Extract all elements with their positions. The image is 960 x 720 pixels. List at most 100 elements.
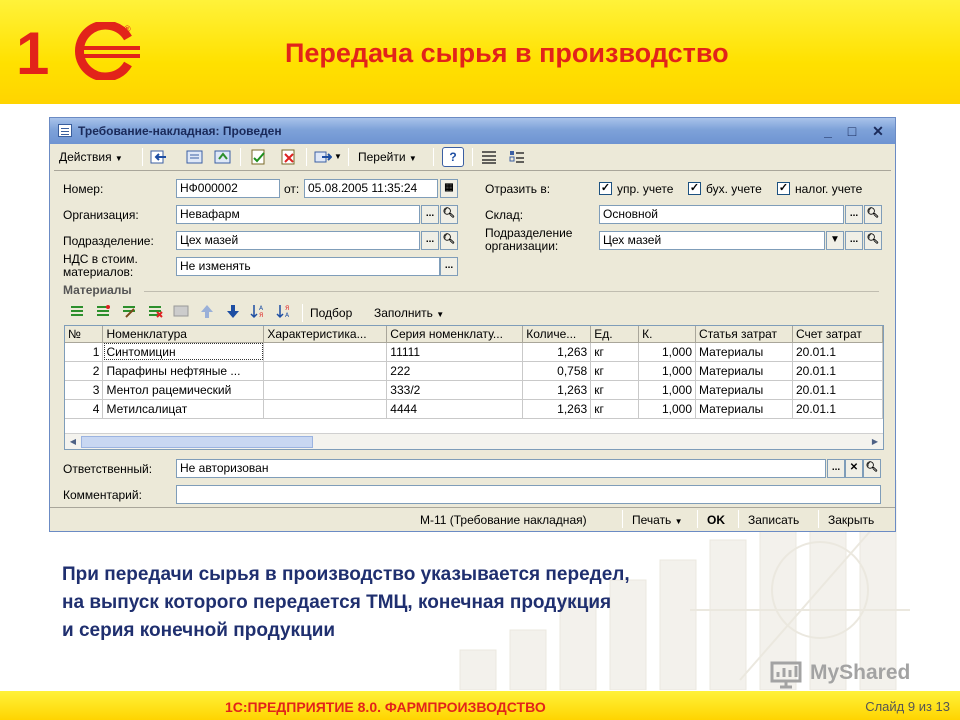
column-header[interactable]: К. <box>638 326 697 343</box>
move-up-icon[interactable] <box>198 303 216 319</box>
nomenclature-cell[interactable]: Метилсалицат <box>102 399 265 419</box>
unit-cell[interactable]: кг <box>590 399 640 419</box>
date-field[interactable]: 05.08.2005 11:35:24 <box>304 179 438 198</box>
org-dept-dropdown-icon[interactable]: ▼ <box>826 231 844 250</box>
end-edit-icon[interactable] <box>172 303 190 319</box>
dept-select-button[interactable]: ... <box>421 231 439 250</box>
cost-item-cell[interactable]: Материалы <box>695 399 793 419</box>
characteristic-cell[interactable] <box>263 399 388 419</box>
unpost-document-icon[interactable] <box>280 149 298 165</box>
nomenclature-cell[interactable]: Ментол рацемический <box>102 380 265 400</box>
cost-item-cell[interactable]: Материалы <box>695 342 793 362</box>
close-form-button[interactable]: Закрыть <box>828 513 874 527</box>
scroll-left-icon[interactable]: ◀ <box>66 435 80 449</box>
chevron-down-icon[interactable]: ▼ <box>334 148 342 166</box>
actions-menu[interactable]: Действия ▼ <box>59 148 123 166</box>
quantity-cell[interactable]: 1,263 <box>522 399 592 419</box>
mgmt-accounting-checkbox[interactable]: ✓ <box>599 182 612 195</box>
horizontal-scrollbar[interactable]: ◀ ▶ <box>65 433 883 449</box>
warehouse-search-icon[interactable]: 🔍︎ <box>864 205 882 224</box>
responsible-field[interactable]: Не авторизован <box>176 459 826 478</box>
sort-desc-icon[interactable]: ЯA <box>276 303 294 319</box>
warehouse-select-button[interactable]: ... <box>845 205 863 224</box>
column-header[interactable]: Характеристика... <box>263 326 388 343</box>
org-dept-search-icon[interactable]: 🔍︎ <box>864 231 882 250</box>
cost-account-cell[interactable]: 20.01.1 <box>792 342 884 362</box>
cost-item-cell[interactable]: Материалы <box>695 361 793 381</box>
series-cell[interactable]: 4444 <box>386 399 524 419</box>
add-row-icon[interactable] <box>68 303 86 319</box>
coefficient-cell[interactable]: 1,000 <box>638 399 697 419</box>
window-titlebar[interactable]: Требование-накладная: Проведен _ □ ✕ <box>50 118 895 144</box>
tax-accounting-checkbox[interactable]: ✓ <box>777 182 790 195</box>
cost-account-cell[interactable]: 20.01.1 <box>792 361 884 381</box>
unit-cell[interactable]: кг <box>590 380 640 400</box>
selection-button[interactable]: Подбор <box>310 307 352 320</box>
nomenclature-cell[interactable]: Парафины нефтяные ... <box>102 361 265 381</box>
column-header[interactable]: Количе... <box>522 326 592 343</box>
column-header[interactable]: Статья затрат <box>695 326 793 343</box>
unit-cell[interactable]: кг <box>590 361 640 381</box>
copy-row-icon[interactable] <box>94 303 112 319</box>
book-accounting-checkbox[interactable]: ✓ <box>688 182 701 195</box>
cost-item-cell[interactable]: Материалы <box>695 380 793 400</box>
column-header[interactable]: Ед. <box>590 326 640 343</box>
post-document-icon[interactable] <box>250 149 268 165</box>
responsible-clear-icon[interactable]: ✕ <box>845 459 863 478</box>
comment-field[interactable] <box>176 485 881 504</box>
list-view-icon[interactable] <box>480 149 498 165</box>
coefficient-cell[interactable]: 1,000 <box>638 380 697 400</box>
responsible-select-button[interactable]: ... <box>827 459 845 478</box>
coefficient-cell[interactable]: 1,000 <box>638 361 697 381</box>
characteristic-cell[interactable] <box>263 380 388 400</box>
print-menu[interactable]: Печать ▼ <box>632 513 683 527</box>
sort-asc-icon[interactable]: AЯ <box>250 303 268 319</box>
org-dept-field[interactable]: Цех мазей <box>599 231 825 250</box>
coefficient-cell[interactable]: 1,000 <box>638 342 697 362</box>
dept-field[interactable]: Цех мазей <box>176 231 420 250</box>
edit-row-icon[interactable] <box>120 303 138 319</box>
org-search-icon[interactable]: 🔍︎ <box>440 205 458 224</box>
close-button[interactable]: ✕ <box>870 123 886 139</box>
series-cell[interactable]: 333/2 <box>386 380 524 400</box>
characteristic-cell[interactable] <box>263 342 388 362</box>
quantity-cell[interactable]: 1,263 <box>522 380 592 400</box>
column-header[interactable]: Счет затрат <box>792 326 884 343</box>
enter-on-basis-icon[interactable] <box>150 149 168 165</box>
maximize-button[interactable]: □ <box>844 123 860 139</box>
column-header[interactable]: Серия номенклату... <box>386 326 524 343</box>
settings-list-icon[interactable] <box>508 149 526 165</box>
characteristic-cell[interactable] <box>263 361 388 381</box>
vat-field[interactable]: Не изменять <box>176 257 440 276</box>
series-cell[interactable]: 11111 <box>386 342 524 362</box>
help-button[interactable]: ? <box>442 147 464 167</box>
vat-select-button[interactable]: ... <box>440 257 458 276</box>
scroll-right-icon[interactable]: ▶ <box>868 435 882 449</box>
move-down-icon[interactable] <box>224 303 242 319</box>
cost-account-cell[interactable]: 20.01.1 <box>792 399 884 419</box>
minimize-button[interactable]: _ <box>820 123 836 139</box>
goto-menu[interactable]: Перейти ▼ <box>358 148 417 166</box>
table-row[interactable]: 1 Синтомицин 11111 1,263 кг 1,000 Матери… <box>65 342 884 362</box>
fill-menu[interactable]: Заполнить ▼ <box>374 307 444 321</box>
nomenclature-cell[interactable]: Синтомицин <box>102 342 265 362</box>
warehouse-field[interactable]: Основной <box>599 205 844 224</box>
table-row[interactable]: 3 Ментол рацемический 333/2 1,263 кг 1,0… <box>65 380 884 400</box>
refresh-icon[interactable] <box>214 149 232 165</box>
form-name-button[interactable]: М-11 (Требование накладная) <box>420 513 587 527</box>
column-header[interactable]: № <box>65 326 104 343</box>
org-select-button[interactable]: ... <box>421 205 439 224</box>
quantity-cell[interactable]: 0,758 <box>522 361 592 381</box>
ok-button[interactable]: OK <box>707 513 725 527</box>
calendar-icon[interactable]: ▦ <box>440 179 458 198</box>
unit-cell[interactable]: кг <box>590 342 640 362</box>
scrollbar-thumb[interactable] <box>81 436 313 448</box>
table-row[interactable]: 2 Парафины нефтяные ... 222 0,758 кг 1,0… <box>65 361 884 381</box>
quantity-cell[interactable]: 1,263 <box>522 342 592 362</box>
table-row[interactable]: 4 Метилсалицат 4444 1,263 кг 1,000 Матер… <box>65 399 884 419</box>
responsible-search-icon[interactable]: 🔍︎ <box>863 459 881 478</box>
structure-icon[interactable] <box>186 149 204 165</box>
delete-row-icon[interactable] <box>146 303 164 319</box>
number-field[interactable]: НФ000002 <box>176 179 280 198</box>
column-header[interactable]: Номенклатура <box>102 326 265 343</box>
